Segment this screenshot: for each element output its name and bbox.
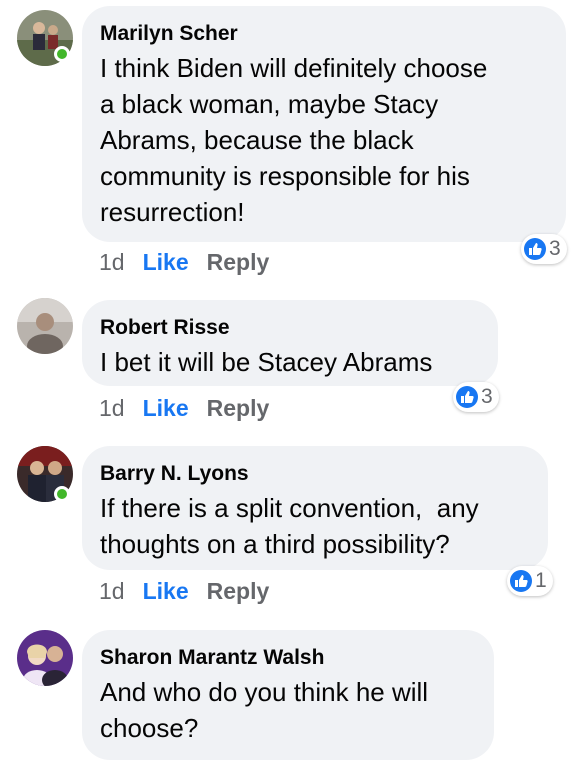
- comment-text: If there is a split convention, any thou…: [100, 490, 530, 562]
- thumbs-up-icon: [456, 386, 478, 408]
- comment-actions: 1d Like Reply: [99, 247, 287, 277]
- comment-line: I bet it will be Stacey Abrams: [100, 347, 433, 377]
- reply-button[interactable]: Reply: [207, 249, 270, 275]
- comment-timestamp[interactable]: 1d: [99, 249, 125, 275]
- comment-line: I think Biden will definitely choose: [100, 53, 488, 83]
- online-status-dot: [54, 46, 70, 62]
- comment-author[interactable]: Barry N. Lyons: [100, 460, 530, 488]
- comment-line: a black woman, maybe Stacy: [100, 89, 439, 119]
- thumbs-up-icon: [524, 238, 546, 260]
- comment-actions: 1d Like Reply: [99, 393, 287, 423]
- comment-line: choose?: [100, 713, 199, 743]
- reaction-count: 1: [535, 569, 547, 592]
- comment-line: And who do you think he will: [100, 677, 429, 707]
- comment-line: If there is a split convention, any: [100, 493, 479, 523]
- reaction-count: 3: [549, 237, 561, 260]
- comment-author[interactable]: Robert Risse: [100, 314, 480, 342]
- comment-line: resurrection!: [100, 197, 245, 227]
- avatar-robert-risse[interactable]: [17, 298, 73, 354]
- comment-bubble[interactable]: Robert Risse I bet it will be Stacey Abr…: [82, 300, 498, 386]
- comment-author[interactable]: Marilyn Scher: [100, 20, 548, 48]
- like-button[interactable]: Like: [143, 578, 189, 604]
- comment-text: And who do you think he will choose?: [100, 674, 476, 746]
- comment-bubble[interactable]: Barry N. Lyons If there is a split conve…: [82, 446, 548, 570]
- comment-timestamp[interactable]: 1d: [99, 578, 125, 604]
- comment-line: Abrams, because the black: [100, 125, 414, 155]
- comment-text: I bet it will be Stacey Abrams: [100, 344, 480, 380]
- reaction-badge[interactable]: 3: [521, 234, 567, 264]
- comment-bubble[interactable]: Marilyn Scher I think Biden will definit…: [82, 6, 566, 242]
- reaction-count: 3: [481, 385, 493, 408]
- reply-button[interactable]: Reply: [207, 578, 270, 604]
- comment-bubble[interactable]: Sharon Marantz Walsh And who do you thin…: [82, 630, 494, 760]
- thumbs-up-icon: [510, 570, 532, 592]
- like-button[interactable]: Like: [143, 249, 189, 275]
- avatar-sharon-marantz-walsh[interactable]: [17, 630, 73, 686]
- comment-text: I think Biden will definitely choose a b…: [100, 50, 548, 230]
- reaction-badge[interactable]: 1: [507, 566, 553, 596]
- reply-button[interactable]: Reply: [207, 395, 270, 421]
- comment-line: community is responsible for his: [100, 161, 470, 191]
- online-status-dot: [54, 486, 70, 502]
- comment-author[interactable]: Sharon Marantz Walsh: [100, 644, 476, 672]
- comment-timestamp[interactable]: 1d: [99, 395, 125, 421]
- like-button[interactable]: Like: [143, 395, 189, 421]
- comment-actions: 1d Like Reply: [99, 576, 287, 606]
- reaction-badge[interactable]: 3: [453, 382, 499, 412]
- comment-line: thoughts on a third possibility?: [100, 529, 450, 559]
